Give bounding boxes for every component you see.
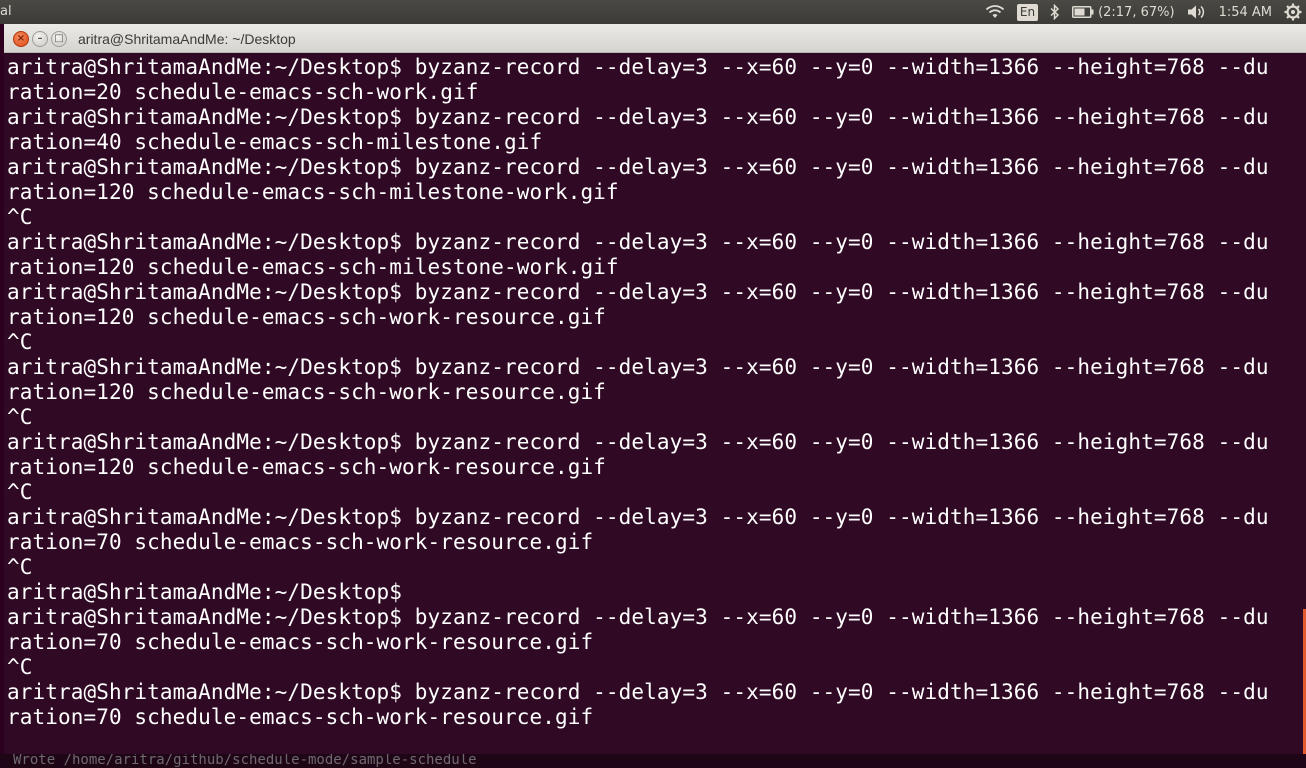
terminal-output: aritra@ShritamaAndMe:~/Desktop$ byzanz-r… [7, 55, 1269, 729]
gear-icon[interactable] [1284, 3, 1302, 21]
minimize-button[interactable]: – [32, 31, 48, 47]
volume-icon[interactable] [1187, 4, 1207, 20]
maximize-button[interactable]: □ [51, 31, 67, 47]
keyboard-layout-label: En [1016, 3, 1039, 21]
window-title: aritra@ShritamaAndMe: ~/Desktop [78, 31, 296, 47]
window-titlebar[interactable]: × – □ aritra@ShritamaAndMe: ~/Desktop [4, 24, 1306, 53]
status-message: Wrote /home/aritra/github/schedule-mode/… [13, 754, 477, 768]
battery-icon [1072, 6, 1094, 18]
close-button[interactable]: × [13, 31, 29, 47]
battery-indicator[interactable]: (2:17, 67%) [1072, 5, 1175, 20]
terminal-window: × – □ aritra@ShritamaAndMe: ~/Desktop ar… [4, 24, 1306, 768]
clock[interactable]: 1:54 AM [1219, 5, 1272, 20]
battery-status-text: (2:17, 67%) [1098, 4, 1175, 20]
terminal-area[interactable]: aritra@ShritamaAndMe:~/Desktop$ byzanz-r… [4, 53, 1306, 768]
wifi-icon[interactable] [985, 4, 1005, 20]
app-menu-title[interactable]: al [0, 4, 12, 19]
bluetooth-icon[interactable] [1050, 4, 1060, 20]
indicator-area: En (2:17, 67%) 1:54 AM [985, 0, 1306, 24]
top-panel: al En (2:17, 67%) 1:54 AM [0, 0, 1306, 24]
keyboard-layout-indicator[interactable]: En [1016, 3, 1039, 21]
emacs-echo-area: Wrote /home/aritra/github/schedule-mode/… [0, 754, 1306, 768]
